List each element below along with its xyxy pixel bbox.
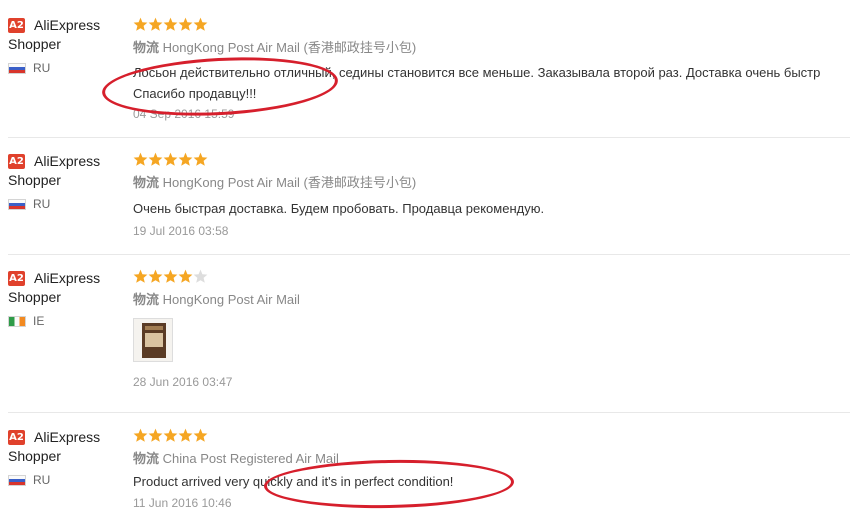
star-rating [133, 428, 850, 446]
reviewer-name-line2: Shopper [8, 448, 61, 464]
review-photo-thumbnail[interactable] [133, 318, 173, 362]
star-empty-icon [193, 269, 208, 284]
star-filled-icon [163, 428, 178, 443]
reviewer-name: AliExpress [34, 428, 101, 445]
review-text-line: Лосьон действительно отличный, седины ст… [133, 65, 821, 80]
shipping-label: 物流 [133, 40, 160, 55]
reviewer-name-line2: Shopper [8, 289, 61, 305]
shipping-label: 物流 [133, 175, 160, 190]
star-filled-icon [148, 269, 163, 284]
product-bottle-image [142, 323, 166, 358]
buyer-level-badge: A2 [8, 270, 25, 286]
shipping-name: China Post Registered Air Mail [162, 451, 339, 466]
star-filled-icon [133, 269, 148, 284]
shipping-method: 物流 HongKong Post Air Mail [133, 291, 850, 308]
star-filled-icon [133, 152, 148, 167]
star-rating [133, 17, 850, 35]
star-filled-icon [193, 428, 208, 443]
review-divider [8, 137, 850, 138]
shipping-name: HongKong Post Air Mail (香港邮政挂号小包) [162, 175, 417, 190]
star-filled-icon [163, 269, 178, 284]
reviewer-country: RU [33, 473, 51, 487]
review-text-line: Product arrived very quickly and it's in… [133, 474, 454, 489]
shipping-label: 物流 [133, 451, 160, 466]
star-rating [133, 269, 850, 287]
star-filled-icon [148, 428, 163, 443]
reviewer-country: RU [33, 197, 51, 211]
star-filled-icon [148, 152, 163, 167]
reviewer-info: A2 AliExpress Shopper IE [8, 268, 128, 328]
shipping-name: HongKong Post Air Mail (香港邮政挂号小包) [162, 40, 417, 55]
reviewer-info: A2 AliExpress Shopper RU [8, 427, 128, 487]
star-filled-icon [178, 428, 193, 443]
review-date: 04 Sep 2016 15:59 [133, 107, 235, 121]
star-filled-icon [133, 428, 148, 443]
review-divider [8, 412, 850, 413]
review-text: Product arrived very quickly and it's in… [133, 471, 850, 492]
ru-flag-icon [8, 198, 26, 210]
reviewer-name-line2: Shopper [8, 172, 61, 188]
shipping-label: 物流 [133, 292, 160, 307]
reviewer-info: A2 AliExpress Shopper RU [8, 15, 128, 75]
star-filled-icon [178, 152, 193, 167]
review-date: 19 Jul 2016 03:58 [133, 224, 229, 238]
reviewer-country: IE [33, 314, 45, 328]
ru-flag-icon [8, 62, 26, 74]
reviewer-name: AliExpress [34, 152, 101, 169]
star-filled-icon [193, 152, 208, 167]
star-filled-icon [193, 17, 208, 32]
buyer-level-badge: A2 [8, 17, 25, 33]
review-date: 11 Jun 2016 10:46 [133, 496, 232, 510]
buyer-level-badge: A2 [8, 429, 25, 445]
reviewer-country: RU [33, 61, 51, 75]
review-date: 28 Jun 2016 03:47 [133, 375, 233, 389]
shipping-method: 物流 China Post Registered Air Mail [133, 450, 850, 467]
star-filled-icon [133, 17, 148, 32]
ie-flag-icon [8, 315, 26, 327]
star-filled-icon [163, 17, 178, 32]
star-filled-icon [163, 152, 178, 167]
reviewer-name: AliExpress [34, 16, 101, 33]
review-text: Очень быстрая доставка. Будем пробовать.… [133, 198, 850, 219]
star-filled-icon [178, 269, 193, 284]
reviewer-name: AliExpress [34, 269, 101, 286]
star-filled-icon [178, 17, 193, 32]
buyer-level-badge: A2 [8, 153, 25, 169]
star-rating [133, 152, 850, 170]
reviewer-name-line2: Shopper [8, 36, 61, 52]
shipping-method: 物流 HongKong Post Air Mail (香港邮政挂号小包) [133, 39, 850, 56]
review-divider [8, 254, 850, 255]
shipping-name: HongKong Post Air Mail [162, 292, 300, 307]
review-text-line: Очень быстрая доставка. Будем пробовать.… [133, 201, 545, 216]
review-text: Лосьон действительно отличный, седины ст… [133, 62, 850, 104]
reviewer-info: A2 AliExpress Shopper RU [8, 151, 128, 211]
shipping-method: 物流 HongKong Post Air Mail (香港邮政挂号小包) [133, 174, 850, 191]
star-filled-icon [148, 17, 163, 32]
review-text-line: Спасибо продавцу!!! [133, 86, 257, 101]
ru-flag-icon [8, 474, 26, 486]
